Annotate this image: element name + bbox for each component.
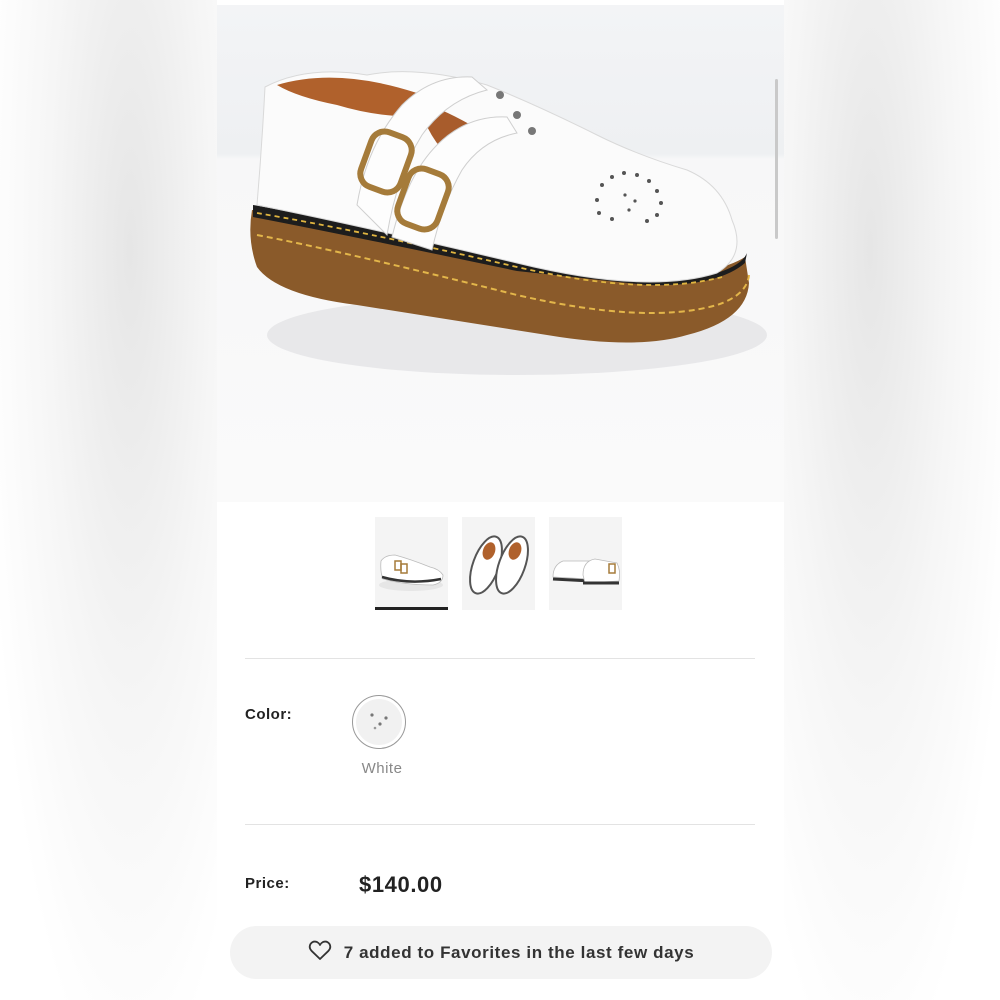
heart-outline-icon: [308, 939, 332, 966]
thumbnail-side-view-image: [379, 554, 444, 591]
shoe-illustration: [250, 71, 767, 375]
favorites-notice: 7 added to Favorites in the last few day…: [230, 926, 772, 979]
section-divider: [245, 824, 755, 825]
color-swatch-white[interactable]: [352, 695, 406, 749]
background-blur-left: [0, 0, 217, 1000]
image-scrollbar[interactable]: [775, 79, 778, 239]
price-label: Price:: [245, 875, 290, 892]
background-blur-right: [784, 0, 1000, 1000]
swatch-preview: [356, 699, 402, 745]
color-selected-name: White: [361, 760, 403, 777]
price-value: $140.00: [359, 872, 443, 897]
thumbnail-strip: [375, 517, 622, 610]
thumbnail-pair-back-view-image: [552, 558, 621, 585]
color-label: Color:: [245, 706, 293, 723]
section-divider: [245, 658, 755, 659]
product-main-image[interactable]: [217, 5, 784, 502]
swatch-shoe-icon: [370, 713, 388, 730]
thumbnail-pair-top-view-image: [469, 535, 529, 595]
thumbnail-pair-back-view[interactable]: [549, 517, 622, 610]
thumbnail-pair-top-view[interactable]: [462, 517, 535, 610]
thumbnail-side-view[interactable]: [375, 517, 448, 610]
favorites-text: 7 added to Favorites in the last few day…: [343, 942, 695, 962]
product-page: Color: White Price: $140.00 7 added to F…: [217, 0, 784, 1000]
